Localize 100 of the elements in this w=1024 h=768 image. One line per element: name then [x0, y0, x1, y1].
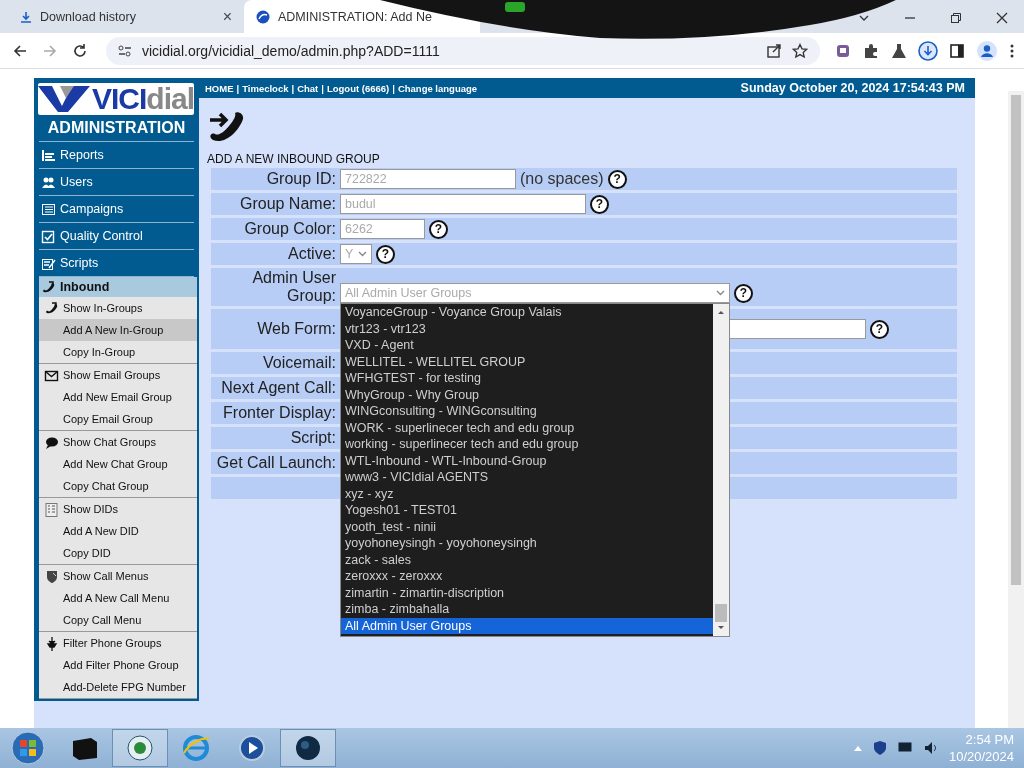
sidebar-subitem[interactable]: Add-Delete FPG Number: [39, 676, 197, 698]
dropdown-option[interactable]: Yogesh01 - TEST01: [341, 502, 713, 519]
share-icon[interactable]: [766, 42, 782, 59]
page-scrollbar[interactable]: [1008, 91, 1024, 728]
sidebar-subitem[interactable]: Show DIDs: [39, 498, 197, 520]
logo: VICIdial: [38, 83, 194, 115]
sidebar-subitem[interactable]: Add A New DID: [39, 520, 197, 542]
browser-tab[interactable]: Download history ×: [8, 0, 244, 33]
field-note: (no spaces): [520, 170, 604, 188]
dropdown-option[interactable]: WORK - superlinecer tech and edu group: [341, 419, 713, 436]
sidebar-subitem[interactable]: Copy In-Group: [39, 341, 197, 363]
restore-icon[interactable]: [950, 12, 962, 24]
sidebar-subitem[interactable]: Copy Chat Group: [39, 475, 197, 497]
dropdown-option[interactable]: zack - sales: [341, 551, 713, 568]
clock-time: 2:54 PM: [964, 731, 1014, 748]
help-icon[interactable]: ?: [376, 244, 395, 264]
sidebar-item[interactable]: Users: [39, 169, 194, 196]
sidebar-subitem[interactable]: Copy Call Menu: [39, 609, 197, 631]
header-link[interactable]: Chat: [297, 82, 319, 94]
dropdown-option[interactable]: xyz - xyz: [341, 485, 713, 502]
help-icon[interactable]: ?: [429, 219, 448, 239]
dropdown-option[interactable]: All Admin User Groups: [341, 617, 713, 634]
sidebar-subitem[interactable]: Add New Chat Group: [39, 453, 197, 475]
download-icon[interactable]: [918, 40, 938, 61]
dropdown-option[interactable]: zeroxxx - zeroxxx: [341, 568, 713, 585]
dropdown-option[interactable]: WTL-Inbound - WTL-Inbound-Group: [341, 452, 713, 469]
field-label: Script:: [289, 429, 337, 447]
field-label: Group Name:: [238, 195, 337, 213]
field-label: Voicemail:: [262, 354, 337, 372]
form-title: ADD A NEW INBOUND GROUP: [207, 152, 380, 166]
header-link[interactable]: Change language: [397, 82, 478, 94]
list-icon: [41, 201, 56, 217]
date-time: Sunday October 20, 2024 17:54:43 PM: [740, 81, 965, 95]
field-label: Group ID:: [265, 170, 337, 188]
flask-icon[interactable]: [890, 41, 908, 60]
shield-icon[interactable]: [872, 740, 887, 756]
field-label: Group Color:: [243, 220, 337, 238]
profile-icon[interactable]: [976, 39, 998, 62]
field-label: Active:: [287, 245, 337, 263]
sidebar-subitem[interactable]: Show Chat Groups: [39, 431, 197, 453]
taskbar-app-icon[interactable]: [280, 729, 336, 767]
sidebar-subitem[interactable]: Show Call Menus: [39, 565, 197, 587]
dropdown-option[interactable]: working - superlinecer tech and edu group: [341, 436, 713, 453]
group-icon: [44, 635, 59, 651]
chevron-icon: [716, 290, 725, 296]
sidebar-subitem[interactable]: Show Email Groups: [39, 364, 197, 386]
dropdown-option[interactable]: vtr123 - vtr123: [341, 320, 713, 337]
link-separator: |: [392, 82, 395, 94]
help-icon[interactable]: ?: [590, 194, 609, 214]
sidebar-subitem[interactable]: Copy DID: [39, 542, 197, 564]
monitor-icon[interactable]: [896, 741, 913, 755]
help-icon[interactable]: ?: [734, 283, 753, 303]
header-link[interactable]: Logout (6666): [326, 82, 390, 94]
close-icon[interactable]: [996, 12, 1008, 24]
star-icon[interactable]: [792, 42, 808, 59]
dropdown-option[interactable]: WhyGroup - Why Group: [341, 386, 713, 403]
sidebar-item[interactable]: Quality Control: [39, 223, 194, 250]
field-label: Next Agent Call:: [220, 379, 337, 397]
sidebar-item[interactable]: Campaigns: [39, 196, 194, 223]
scrollbar[interactable]: [713, 304, 729, 636]
phone-icon: [41, 279, 56, 295]
dropdown-option[interactable]: WFHGTEST - for testing: [341, 370, 713, 387]
link-separator: |: [236, 82, 240, 94]
puzzle-icon[interactable]: [862, 41, 880, 60]
link-separator: |: [291, 82, 295, 94]
site-settings-icon[interactable]: [118, 44, 132, 57]
header-link[interactable]: HOME: [205, 82, 234, 94]
help-icon[interactable]: ?: [607, 169, 627, 189]
sidebar-item[interactable]: Reports: [39, 142, 194, 169]
sidebar-subitem[interactable]: Show In-Groups: [39, 297, 197, 319]
field-label: Admin User Group:: [251, 269, 337, 305]
sidebar-subitem[interactable]: Add A New Call Menu: [39, 587, 197, 609]
dropdown-option[interactable]: www3 - VICIdial AGENTS: [341, 469, 713, 486]
download-icon: [20, 10, 32, 23]
link-separator: |: [321, 82, 324, 94]
close-icon[interactable]: ×: [222, 7, 232, 26]
dropdown-option[interactable]: WELLITEL - WELLITEL GROUP: [341, 353, 713, 370]
help-icon[interactable]: ?: [870, 319, 889, 339]
header-link[interactable]: Timeclock: [242, 82, 289, 94]
dropdown-option[interactable]: yooth_test - ninii: [341, 518, 713, 535]
speaker-icon[interactable]: [922, 740, 939, 756]
address-bar[interactable]: vicidial.org/vicidial_demo/admin.php?ADD=1111: [106, 36, 820, 65]
dropdown-option[interactable]: WINGconsulting - WINGconsulting: [341, 403, 713, 420]
dropdown-option[interactable]: zimartin - zimartin-discription: [341, 584, 713, 601]
dropdown-option[interactable]: zimba - zimbahalla: [341, 601, 713, 618]
group-icon: [44, 568, 59, 584]
sidebar-subitem[interactable]: Filter Phone Groups: [39, 632, 197, 654]
globe-icon: [256, 9, 270, 24]
dropdown-option[interactable]: yoyohoneysingh - yoyohoneysingh: [341, 535, 713, 552]
group-icon: [44, 300, 59, 316]
checkbox-icon: [41, 228, 56, 244]
side-panel-icon[interactable]: [948, 41, 966, 60]
field-label: Fronter Display:: [222, 404, 337, 422]
sidebar-subitem[interactable]: Add New Email Group: [39, 386, 197, 408]
sidebar-subitem[interactable]: Add A New In-Group: [39, 319, 197, 341]
sidebar-item[interactable]: Inbound: [39, 277, 197, 297]
sidebar-subitem[interactable]: Add Filter Phone Group: [39, 654, 197, 676]
sidebar-subitem[interactable]: Copy Email Group: [39, 408, 197, 430]
dropdown-option[interactable]: VoyanceGroup - Voyance Group Valais: [341, 304, 713, 321]
dropdown-option[interactable]: VXD - Agent: [341, 337, 713, 354]
